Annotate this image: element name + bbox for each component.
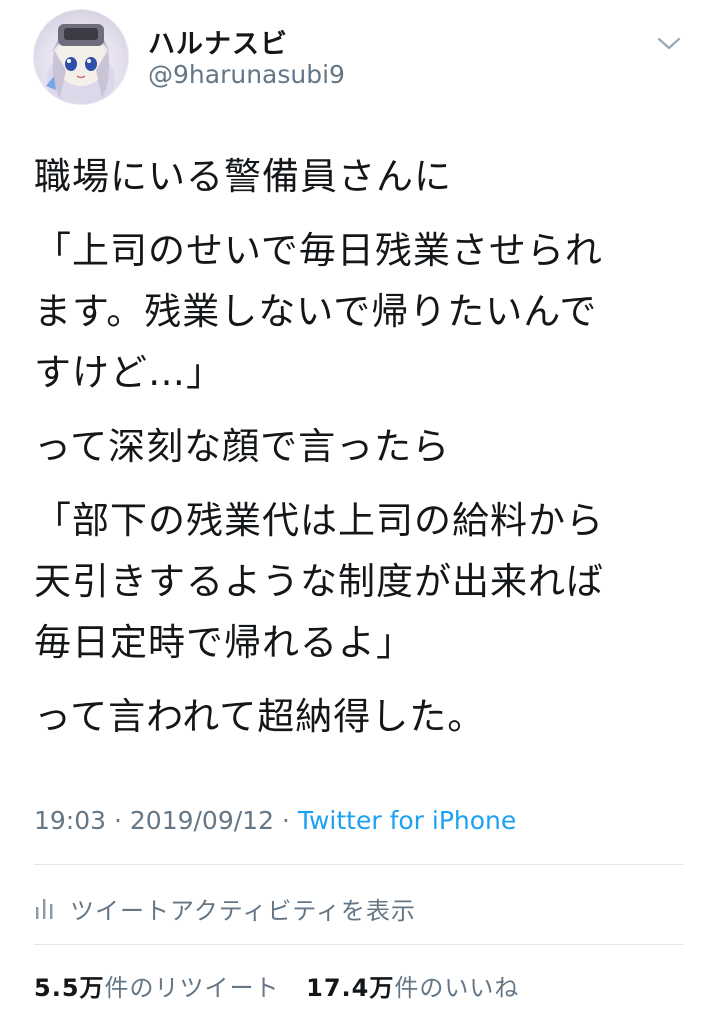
chevron-down-icon[interactable] [654,28,684,58]
avatar[interactable] [33,9,129,105]
tweet-activity-label: ツイートアクティビティを表示 [70,896,416,925]
tweet-line: 毎日定時で帰れるよ」 [34,621,414,664]
tweet-time[interactable]: 19:03 [34,806,106,835]
tweet-date[interactable]: 2019/09/12 [130,806,274,835]
tweet-line: すけど…」 [34,351,224,394]
tweet-line: 「上司のせいで毎日残業させられ [34,229,603,272]
likes-count: 17.4万 [306,974,395,1002]
tweet-source-link[interactable]: Twitter for iPhone [298,806,516,835]
display-name[interactable]: ハルナスビ [148,22,288,61]
divider [34,944,684,945]
tweet-activity-link[interactable]: ツイートアクティビティを表示 [34,888,416,928]
avatar-image [46,24,115,104]
tweet-text: 職場にいる警備員さんに 「上司のせいで毎日残業させられ ます。残業しないで帰りた… [34,146,684,747]
retweets-stat[interactable]: 5.5万件のリツイート [34,974,280,1002]
meta-separator: · [106,806,130,835]
meta-separator: · [273,806,298,835]
bar-chart-icon [36,899,53,919]
likes-stat[interactable]: 17.4万件のいいね [306,974,519,1002]
tweet-line: 天引きするような制度が出来れば [34,560,604,603]
tweet-line: 職場にいる警備員さんに [34,155,452,198]
likes-label: 件のいいね [394,974,520,1002]
retweets-count: 5.5万 [34,974,105,1002]
tweet-line: 「部下の残業代は上司の給料から [34,499,604,542]
tweet-stats: 5.5万件のリツイート 17.4万件のいいね [34,968,537,1003]
tweet-line: って深刻な顔で言ったら [34,425,451,468]
tweet-line: ます。残業しないで帰りたいんで [34,290,598,333]
tweet-header: ハルナスビ @9harunasubi9 [0,0,707,120]
divider [34,864,684,865]
tweet-line: って言われて超納得した。 [34,695,486,738]
tweet-meta: 19:03 · 2019/09/12 · Twitter for iPhone [34,806,516,835]
user-handle[interactable]: @9harunasubi9 [148,60,345,89]
retweets-label: 件のリツイート [104,974,280,1002]
